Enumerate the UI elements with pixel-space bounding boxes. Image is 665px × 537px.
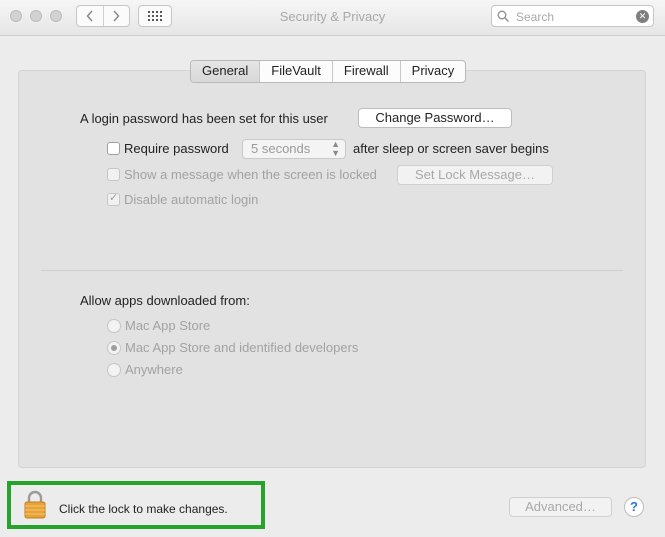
lock-icon[interactable]	[23, 490, 47, 519]
change-password-button[interactable]: Change Password…	[358, 108, 512, 128]
radio-anywhere-label: Anywhere	[125, 362, 183, 377]
require-password-checkbox[interactable]	[107, 142, 120, 155]
set-lock-message-button[interactable]: Set Lock Message…	[397, 165, 553, 185]
tab-privacy[interactable]: Privacy	[399, 61, 466, 82]
checkmark-icon: ✓	[109, 192, 119, 204]
tab-bar: General FileVault Firewall Privacy	[190, 60, 467, 83]
disable-auto-login-checkbox[interactable]: ✓	[107, 192, 120, 206]
radio-mac-app-store[interactable]	[107, 319, 121, 333]
search-icon	[497, 10, 509, 22]
updown-arrows-icon: ▲ ▼	[331, 139, 340, 158]
disable-auto-login-label: Disable automatic login	[124, 192, 259, 207]
radio-selected-dot	[111, 345, 117, 351]
radio-mac-app-store-label: Mac App Store	[125, 318, 211, 333]
radio-anywhere[interactable]	[107, 363, 121, 377]
require-password-suffix: after sleep or screen saver begins	[353, 141, 549, 156]
radio-identified-developers[interactable]	[107, 341, 121, 355]
section-divider	[41, 270, 623, 271]
show-message-checkbox[interactable]	[107, 168, 120, 181]
help-button[interactable]: ?	[624, 497, 644, 517]
tab-general[interactable]: General	[191, 61, 260, 82]
search-input[interactable]	[514, 8, 633, 26]
tab-firewall[interactable]: Firewall	[331, 61, 400, 82]
allow-apps-heading: Allow apps downloaded from:	[80, 293, 250, 308]
password-delay-select[interactable]: 5 seconds ▲ ▼	[242, 139, 346, 159]
title-bar: Security & Privacy ✕	[0, 0, 665, 36]
radio-identified-developers-label: Mac App Store and identified developers	[125, 340, 359, 355]
login-password-text: A login password has been set for this u…	[80, 111, 328, 126]
tab-filevault[interactable]: FileVault	[259, 61, 332, 82]
clear-search-icon[interactable]: ✕	[636, 10, 649, 23]
lock-label: Click the lock to make changes.	[59, 502, 228, 516]
search-field[interactable]: ✕	[491, 5, 654, 27]
password-delay-value: 5 seconds	[251, 141, 311, 156]
show-message-label: Show a message when the screen is locked	[124, 167, 377, 182]
advanced-button[interactable]: Advanced…	[509, 497, 612, 517]
require-password-label: Require password	[124, 141, 229, 156]
general-panel	[18, 70, 646, 468]
